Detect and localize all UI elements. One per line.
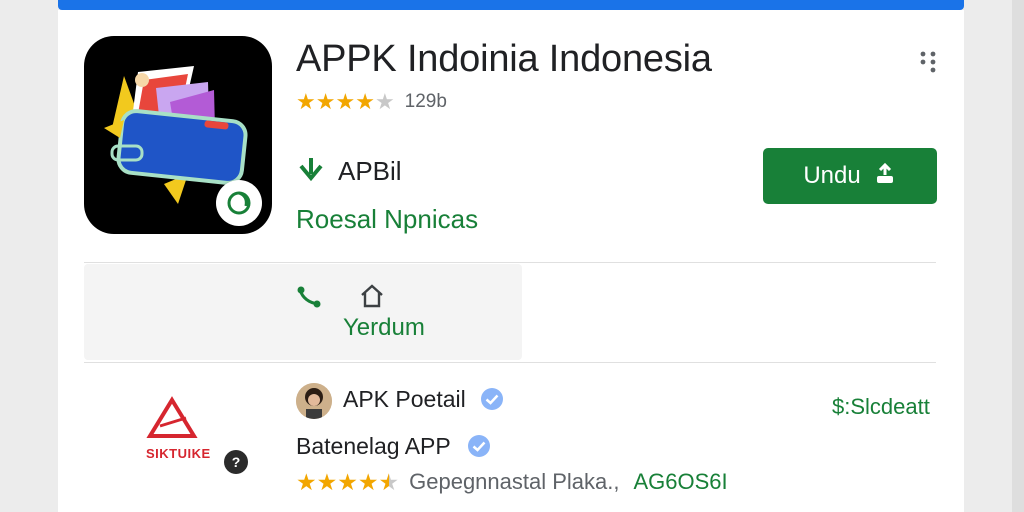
download-arrow-icon <box>296 154 326 189</box>
scrollbar[interactable] <box>1012 0 1024 512</box>
rating: ★ ★ ★ ★ ★ 129b <box>296 91 447 113</box>
help-icon[interactable]: ? <box>224 450 248 474</box>
star-icon: ★ <box>296 469 317 495</box>
star-icon: ★ <box>357 469 379 495</box>
developer-row[interactable]: APBil <box>296 154 402 189</box>
top-accent-bar <box>58 0 964 10</box>
install-button[interactable]: Undu <box>763 148 937 204</box>
star-icon: ★ <box>316 469 338 495</box>
brand-logo-text: SIKTUIKE <box>146 446 211 461</box>
divider <box>84 262 936 263</box>
category-link[interactable]: Roesal Npnicas <box>296 204 478 235</box>
price-label[interactable]: $:Slcdeatt <box>832 394 930 420</box>
wishlist-icon[interactable] <box>358 282 386 315</box>
badge-icon <box>216 180 262 226</box>
rating-count: 129b <box>404 91 447 112</box>
related-developer-name[interactable]: APK Poetail <box>343 386 466 413</box>
related-rating: ★ ★ ★ ★ ★ Gepegnnastal Plaka., AG6OS6I <box>296 469 728 495</box>
download-icon <box>873 162 897 191</box>
wishlist-label[interactable]: Yerdum <box>343 314 425 342</box>
install-button-label: Undu <box>803 162 861 189</box>
divider <box>84 362 936 363</box>
star-icon: ★ <box>315 89 336 114</box>
related-meta-code: AG6OS6I <box>633 469 728 494</box>
app-title: APPK Indoinia Indonesia <box>296 38 712 80</box>
star-icon: ★ <box>296 89 316 114</box>
related-meta-text: Gepegnnastal Plaka., <box>409 469 620 494</box>
star-icon: ★ <box>335 89 356 114</box>
avatar <box>296 383 332 419</box>
more-vert-icon[interactable] <box>914 46 944 76</box>
star-half-icon: ★ <box>378 469 400 495</box>
verified-icon <box>467 434 491 458</box>
verified-icon <box>480 387 504 411</box>
star-icon: ★ <box>337 469 358 495</box>
developer-name[interactable]: APBil <box>338 156 402 187</box>
star-empty-icon: ★ <box>374 89 395 114</box>
related-app-name[interactable]: Batenelag APP <box>296 433 451 460</box>
star-icon: ★ <box>355 89 375 114</box>
brand-logo <box>140 396 220 449</box>
share-icon[interactable] <box>296 284 322 315</box>
